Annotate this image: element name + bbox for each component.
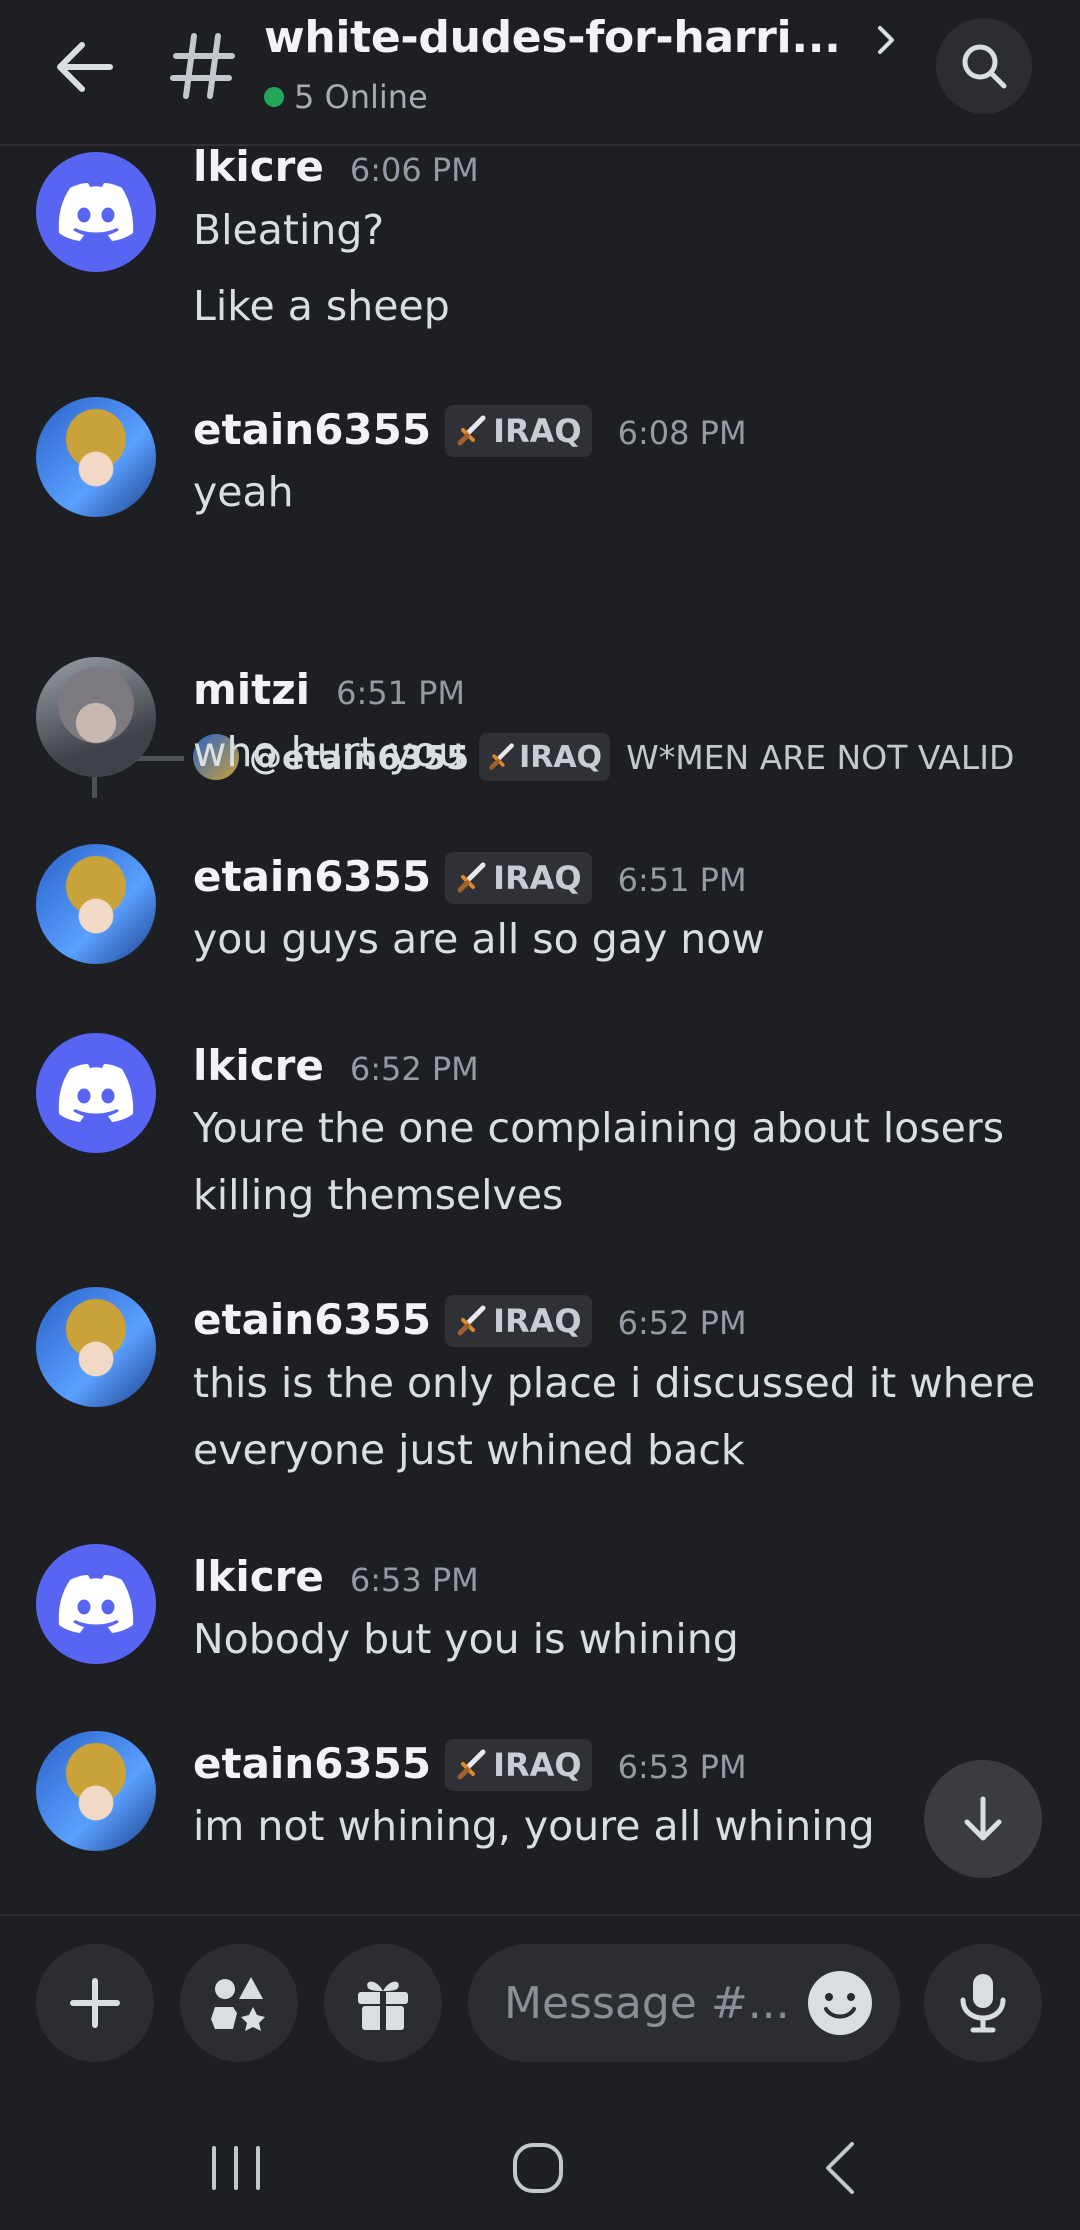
apps-shapes-icon [211, 1977, 265, 2031]
role-label: IRAQ [493, 859, 582, 897]
system-back-button[interactable] [812, 2138, 872, 2202]
reply-text: W*MEN ARE NOT VALID [626, 737, 1015, 777]
home-button[interactable] [508, 2138, 568, 2202]
timestamp: 6:53 PM [617, 1748, 747, 1786]
timestamp: 6:52 PM [349, 1050, 479, 1088]
user-avatar[interactable] [36, 1731, 156, 1851]
discord-logo-icon [58, 1575, 134, 1633]
timestamp: 6:08 PM [617, 414, 747, 452]
system-nav-bar [0, 2090, 1080, 2230]
message-text: Youre the one complaining about losers [193, 1104, 1005, 1152]
role-tag[interactable]: IRAQ [445, 1739, 592, 1791]
message-text: you guys are all so gay now [193, 915, 765, 963]
apps-button[interactable] [180, 1944, 298, 2062]
composer-divider [0, 1914, 1080, 1916]
username[interactable]: lkicre [193, 148, 324, 191]
user-avatar[interactable] [36, 657, 156, 777]
voice-message-button[interactable] [924, 1944, 1042, 2062]
username[interactable]: mitzi [193, 665, 310, 714]
discord-avatar[interactable] [36, 152, 156, 272]
channel-name[interactable]: white-dudes-for-harri... [264, 12, 841, 63]
username[interactable]: etain6355 [193, 1739, 431, 1788]
message-text: Bleating? [193, 206, 385, 254]
timestamp: 6:53 PM [349, 1561, 479, 1599]
message-text: yeah [193, 468, 294, 516]
sword-icon [457, 415, 486, 446]
sword-icon [489, 743, 514, 770]
message-placeholder: Message #... [504, 1978, 790, 2029]
online-count: 5 Online [294, 78, 428, 116]
home-icon [513, 2143, 563, 2193]
username[interactable]: etain6355 [193, 1295, 431, 1344]
recent-apps-button[interactable] [206, 2138, 266, 2202]
plus-icon [70, 1978, 120, 2028]
message-list[interactable]: lkicre 6:06 PM Bleating? Like a sheep et… [0, 148, 1080, 1914]
username[interactable]: etain6355 [193, 852, 431, 901]
discord-logo-icon [58, 1064, 134, 1122]
discord-logo-icon [58, 183, 134, 241]
message-header: lkicre 6:06 PM [193, 148, 479, 191]
username[interactable]: etain6355 [193, 405, 431, 454]
role-label: IRAQ [493, 1746, 582, 1784]
search-button[interactable] [936, 18, 1032, 114]
sword-icon [457, 862, 486, 893]
sword-icon [457, 1749, 486, 1780]
back-chevron-icon [826, 2142, 854, 2194]
message-header: lkicre 6:53 PM [193, 1552, 479, 1601]
sword-icon [457, 1305, 486, 1336]
emoji-button[interactable] [806, 1969, 874, 2037]
message-header: etain6355 IRAQ 6:08 PM [193, 405, 747, 457]
message-text: who hurt you [193, 728, 464, 776]
message-header: etain6355 IRAQ 6:52 PM [193, 1295, 747, 1347]
channel-header: white-dudes-for-harri... 5 Online [0, 0, 1080, 146]
role-tag[interactable]: IRAQ [445, 852, 592, 904]
message-text: this is the only place i discussed it wh… [193, 1359, 1036, 1407]
message-header: mitzi 6:51 PM [193, 665, 465, 714]
role-label: IRAQ [493, 412, 582, 450]
gift-button[interactable] [324, 1944, 442, 2062]
message-text: killing themselves [193, 1171, 564, 1219]
role-tag[interactable]: IRAQ [445, 405, 592, 457]
role-label: IRAQ [493, 1302, 582, 1340]
recent-apps-icon [212, 2146, 260, 2190]
role-tag[interactable]: IRAQ [445, 1295, 592, 1347]
user-avatar[interactable] [36, 1287, 156, 1407]
chevron-right-icon[interactable] [872, 20, 902, 60]
channel-hash-icon [168, 26, 238, 106]
arrow-down-icon [964, 1796, 1002, 1841]
online-status: 5 Online [264, 78, 428, 116]
message-header: lkicre 6:52 PM [193, 1041, 479, 1090]
timestamp: 6:51 PM [336, 674, 466, 712]
discord-avatar[interactable] [36, 1033, 156, 1153]
discord-avatar[interactable] [36, 1544, 156, 1664]
user-avatar[interactable] [36, 397, 156, 517]
back-arrow-icon[interactable] [50, 32, 120, 102]
online-dot-icon [264, 87, 284, 107]
timestamp: 6:52 PM [617, 1304, 747, 1342]
jump-to-bottom-button[interactable] [924, 1760, 1042, 1878]
message-text: everyone just whined back [193, 1426, 745, 1474]
message-text: im not whining, youre all whining [193, 1802, 875, 1850]
role-label: IRAQ [519, 739, 603, 775]
user-avatar[interactable] [36, 844, 156, 964]
username[interactable]: lkicre [193, 1041, 324, 1090]
message-input[interactable]: Message #... [468, 1944, 900, 2062]
message-header: etain6355 IRAQ 6:53 PM [193, 1739, 747, 1791]
timestamp: 6:06 PM [349, 151, 479, 189]
timestamp: 6:51 PM [617, 861, 747, 899]
microphone-icon [960, 1974, 1006, 2033]
smiley-icon [808, 1971, 872, 2035]
message-text: Nobody but you is whining [193, 1615, 739, 1663]
message-header: etain6355 IRAQ 6:51 PM [193, 852, 747, 904]
role-tag: IRAQ [479, 733, 611, 781]
add-attachment-button[interactable] [36, 1944, 154, 2062]
search-icon [962, 44, 1007, 89]
gift-icon [358, 1981, 408, 2030]
username[interactable]: lkicre [193, 1552, 324, 1601]
message-text: Like a sheep [193, 282, 450, 330]
